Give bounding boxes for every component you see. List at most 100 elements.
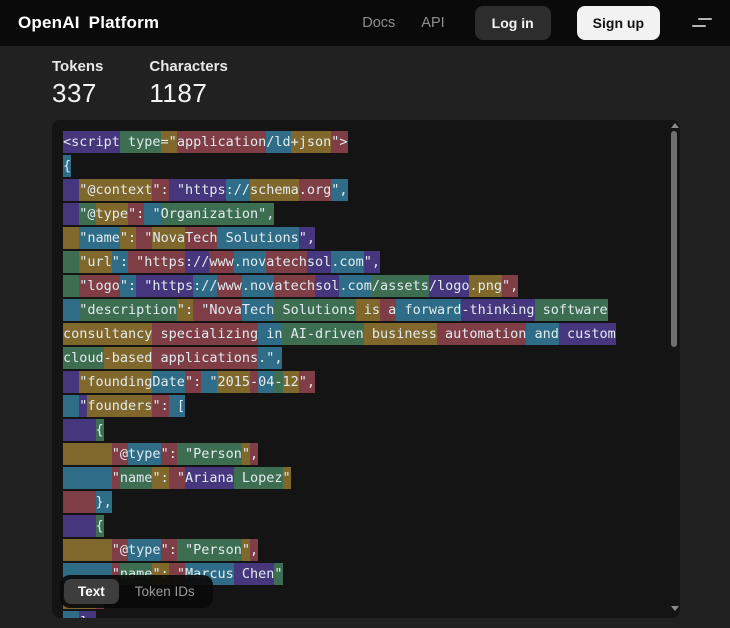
token: atech <box>274 275 315 297</box>
openai-logo: OpenAI <box>18 13 80 33</box>
token: +json <box>291 131 332 153</box>
toggle-token-ids[interactable]: Token IDs <box>121 579 209 604</box>
token <box>63 467 112 489</box>
token: a <box>380 299 396 321</box>
token <box>63 179 79 201</box>
token: type <box>128 539 161 561</box>
token: Tech <box>185 227 218 249</box>
nav-link-docs[interactable]: Docs <box>362 15 395 31</box>
code-line: "name": "Ariana Lopez" <box>63 466 656 490</box>
token: " <box>242 539 250 561</box>
code-line: { <box>63 514 656 538</box>
token: in <box>258 323 282 345</box>
token: www <box>217 275 241 297</box>
token <box>63 299 79 321</box>
token: ": <box>152 467 168 489</box>
token: "https <box>169 179 226 201</box>
token: "https <box>136 275 193 297</box>
token: " <box>201 371 217 393</box>
token: .org <box>299 179 332 201</box>
token: atech <box>266 251 307 273</box>
characters-label: Characters <box>149 58 227 75</box>
token: ": <box>120 275 136 297</box>
token: Nova <box>152 227 185 249</box>
token: type <box>120 131 161 153</box>
signup-button[interactable]: Sign up <box>577 6 660 40</box>
token: "founding <box>79 371 152 393</box>
token: specializing <box>152 323 258 345</box>
token <box>63 275 79 297</box>
nav-link-api[interactable]: API <box>421 15 444 31</box>
token: business <box>364 323 437 345</box>
token: ", <box>299 227 315 249</box>
token: 2015 <box>217 371 250 393</box>
token: "https <box>128 251 185 273</box>
tokens-value: 337 <box>52 78 103 109</box>
token: 12 <box>283 371 299 393</box>
menu-icon[interactable] <box>692 16 712 30</box>
token <box>63 371 79 393</box>
token: type <box>96 203 129 225</box>
token: ": <box>112 251 128 273</box>
token: :// <box>185 251 209 273</box>
token: Lopez <box>234 467 283 489</box>
token: "@ <box>79 203 95 225</box>
login-button[interactable]: Log in <box>475 6 551 40</box>
top-navbar: OpenAI Platform Docs API Log in Sign up <box>0 0 730 46</box>
token: www <box>209 251 233 273</box>
token: -based <box>104 347 153 369</box>
code-line: { <box>63 418 656 442</box>
scrollbar[interactable] <box>670 120 678 618</box>
token: AI <box>282 323 306 345</box>
token: ": <box>128 203 144 225</box>
token: "Person <box>177 539 242 561</box>
token: =" <box>161 131 177 153</box>
toggle-text[interactable]: Text <box>64 579 119 604</box>
brand[interactable]: OpenAI Platform <box>18 13 159 33</box>
scroll-up-icon[interactable] <box>671 123 679 128</box>
token: application <box>177 131 266 153</box>
tokenizer-text-area[interactable]: <script type="application/ld+json">{ "@c… <box>52 120 680 618</box>
token <box>63 203 79 225</box>
token: /assets <box>372 275 429 297</box>
scrollbar-thumb[interactable] <box>671 131 677 347</box>
token: - <box>274 371 282 393</box>
code-line: { <box>63 154 656 178</box>
token: " <box>274 563 282 585</box>
code-line: <script type="application/ld+json"> <box>63 130 656 154</box>
token: , <box>250 443 258 465</box>
token: custom <box>559 323 616 345</box>
token: -driven <box>307 323 364 345</box>
token: /logo <box>429 275 470 297</box>
token: is <box>356 299 380 321</box>
token: 04 <box>258 371 274 393</box>
token-stats: Tokens 337 Characters 1187 <box>52 58 730 109</box>
code-line: }, <box>63 490 656 514</box>
token <box>63 515 96 537</box>
token: }, <box>96 491 112 513</box>
token: .nov <box>242 275 275 297</box>
token: { <box>96 515 104 537</box>
token: " <box>112 467 120 489</box>
token: " <box>136 227 152 249</box>
code-line: "foundingDate": "2015-04-12", <box>63 370 656 394</box>
token: Chen <box>234 563 275 585</box>
code-content: <script type="application/ld+json">{ "@c… <box>52 120 680 618</box>
code-line: "description": "NovaTech Solutions is a … <box>63 298 656 322</box>
token: ": <box>161 539 177 561</box>
token: "@context <box>79 179 152 201</box>
token: " <box>169 467 185 489</box>
token <box>63 491 96 513</box>
token: consultancy <box>63 323 152 345</box>
token: ", <box>299 371 315 393</box>
token: .", <box>258 347 282 369</box>
token: "name <box>79 227 120 249</box>
token: Date <box>152 371 185 393</box>
token: " <box>242 443 250 465</box>
token: { <box>63 155 71 177</box>
characters-stat: Characters 1187 <box>149 58 227 109</box>
token: " <box>283 467 291 489</box>
scroll-down-icon[interactable] <box>671 606 679 611</box>
token: /ld <box>266 131 290 153</box>
code-line: "@type": "Person", <box>63 442 656 466</box>
